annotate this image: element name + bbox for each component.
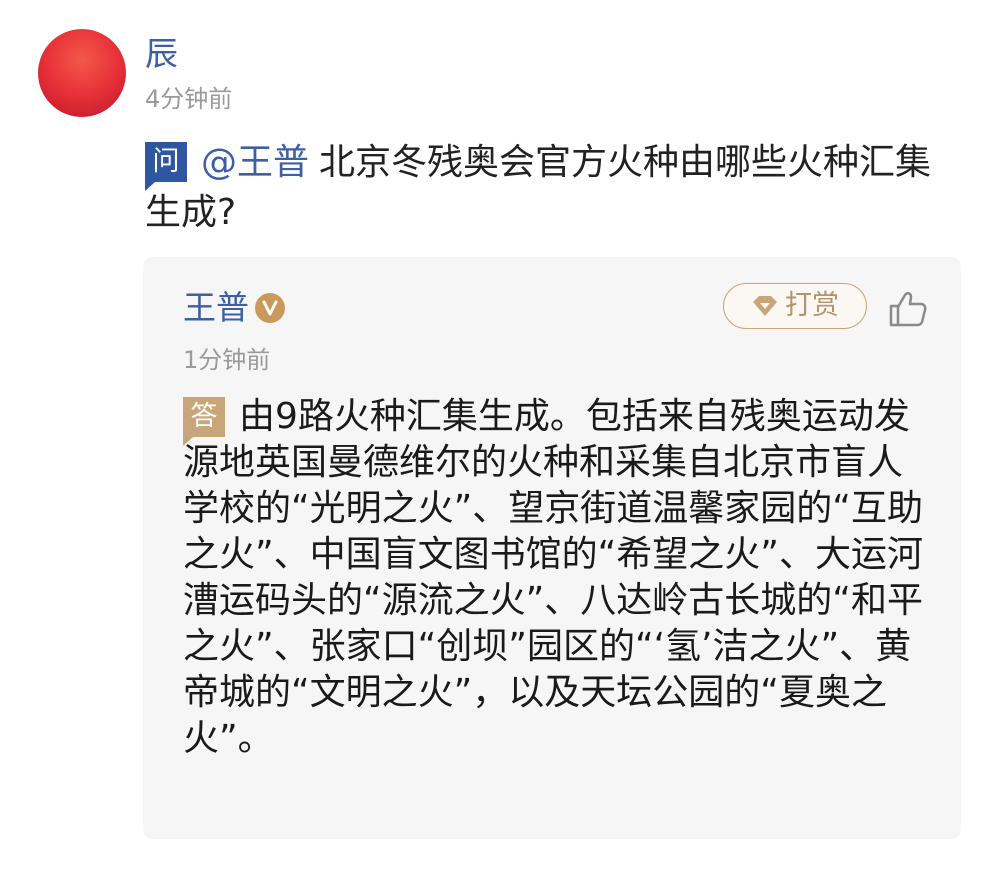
like-button[interactable] <box>886 289 930 333</box>
tip-button[interactable]: 打赏 <box>723 283 867 329</box>
answer-badge: 答 <box>183 397 225 446</box>
v-verified-icon <box>255 293 285 323</box>
answerer-name[interactable]: 王普 <box>183 288 249 328</box>
answer-text-block: 答由9路火种汇集生成。包括来自残奥运动发源地英国曼德维尔的火种和采集自北京市盲人… <box>183 394 928 762</box>
author-name[interactable]: 辰 <box>145 34 178 74</box>
question-text-block: 问 @王普 北京冬残奥会官方火种由哪些火种汇集生成? <box>145 138 965 238</box>
mention-link[interactable]: @王普 <box>201 142 309 183</box>
post-timestamp: 4分钟前 <box>145 85 233 113</box>
answerer-header: 王普 <box>183 287 285 329</box>
tip-label: 打赏 <box>785 290 839 321</box>
thumbs-up-icon <box>888 289 928 333</box>
answer-text: 由9路火种汇集生成。包括来自残奥运动发源地英国曼德维尔的火种和采集自北京市盲人学… <box>183 396 923 759</box>
answer-timestamp: 1分钟前 <box>183 346 271 374</box>
question-badge: 问 <box>145 142 187 191</box>
user-avatar[interactable] <box>38 29 126 117</box>
diamond-icon <box>751 292 779 320</box>
answer-card: 王普 打赏 1分钟前 答由9路火种汇集生成。包括来自残奥运动发源地英国曼德维尔的… <box>143 257 961 839</box>
